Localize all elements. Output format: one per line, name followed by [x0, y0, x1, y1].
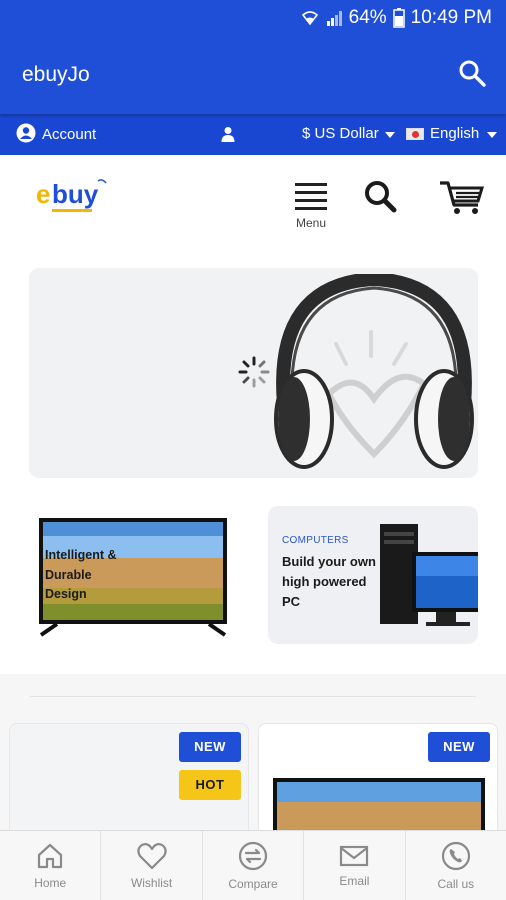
- nav-email-label: Email: [339, 873, 370, 888]
- headphones-image: [274, 274, 474, 469]
- language-selector[interactable]: English: [406, 125, 498, 142]
- tv-promo-line: Intelligent &: [45, 548, 117, 562]
- svg-text:buy: buy: [52, 179, 99, 209]
- pc-category-label: COMPUTERS: [282, 535, 349, 546]
- app-title: ebuyJo: [22, 63, 90, 86]
- compare-icon: [238, 841, 268, 870]
- cart-icon[interactable]: [438, 177, 486, 222]
- site-header: e buy Menu: [0, 155, 506, 263]
- nav-wishlist-label: Wishlist: [130, 875, 173, 890]
- tv-promo-text: Intelligent & Durable Design: [45, 546, 117, 605]
- nav-compare-label: Compare: [228, 876, 278, 891]
- search-icon[interactable]: [458, 59, 486, 92]
- clock: 10:49 PM: [410, 7, 492, 28]
- new-badge: NEW: [179, 732, 241, 762]
- menu-label: Menu: [295, 216, 327, 230]
- product-card[interactable]: NEW: [258, 723, 498, 843]
- pc-headline: Build your own high powered PC: [282, 552, 376, 612]
- nav-call-us-label: Call us: [437, 876, 475, 891]
- currency-label: $ US Dollar: [302, 125, 379, 142]
- nav-home-label: Home: [34, 875, 67, 890]
- phone-icon: [441, 841, 470, 870]
- status-bar: 64% 10:49 PM: [0, 0, 506, 36]
- search-icon[interactable]: [363, 179, 397, 218]
- hamburger-icon: [292, 183, 330, 210]
- nav-call-us[interactable]: Call us: [406, 831, 506, 900]
- products-section: NEW HOT NEW: [0, 674, 506, 843]
- home-icon: [38, 843, 63, 868]
- tv-promo-line: Durable: [45, 567, 92, 582]
- mail-icon: [340, 845, 369, 866]
- flag-icon: [406, 127, 424, 140]
- loading-spinner-icon: [238, 356, 270, 393]
- product-tv-image: [273, 778, 485, 838]
- wifi-icon: [301, 9, 319, 27]
- product-card[interactable]: NEW HOT: [9, 723, 249, 843]
- menu-button[interactable]: Menu: [292, 183, 330, 230]
- nav-compare[interactable]: Compare: [203, 831, 305, 900]
- battery-icon: [392, 8, 405, 28]
- svg-text:e: e: [36, 179, 50, 209]
- new-badge: NEW: [428, 732, 490, 762]
- account-circle-icon: [16, 123, 36, 147]
- nav-home[interactable]: Home: [0, 831, 102, 900]
- chevron-down-icon: [487, 132, 498, 138]
- account-bar: Account $ US Dollar English: [0, 114, 506, 155]
- pc-headline-line: high powered: [282, 574, 367, 589]
- signal-icon: [325, 9, 343, 27]
- app-bar: ebuyJo: [0, 36, 506, 114]
- pc-headline-line: PC: [282, 594, 301, 609]
- section-divider: [30, 696, 476, 697]
- user-icon[interactable]: [221, 126, 235, 146]
- language-label: English: [430, 125, 480, 142]
- nav-wishlist[interactable]: Wishlist: [101, 831, 203, 900]
- currency-selector[interactable]: $ US Dollar: [302, 125, 395, 142]
- heart-icon: [136, 842, 167, 869]
- tv-promo-line: Design: [45, 587, 87, 601]
- bottom-navigation: Home Wishlist Compare Email Call us: [0, 830, 506, 900]
- account-link[interactable]: Account: [16, 123, 96, 147]
- pc-headline-line: Build your own: [282, 554, 376, 569]
- chevron-down-icon: [384, 132, 395, 138]
- hero-banner[interactable]: [29, 268, 478, 478]
- account-label: Account: [42, 126, 97, 143]
- hot-badge: HOT: [179, 770, 241, 800]
- ebuy-logo[interactable]: e buy: [36, 179, 112, 219]
- nav-email[interactable]: Email: [304, 831, 406, 900]
- pc-promo-card[interactable]: COMPUTERS Build your own high powered PC: [268, 506, 478, 644]
- tv-promo-card[interactable]: Intelligent & Durable Design: [29, 506, 235, 644]
- battery-percent: 64%: [348, 7, 387, 28]
- desktop-pc-image: [380, 524, 478, 626]
